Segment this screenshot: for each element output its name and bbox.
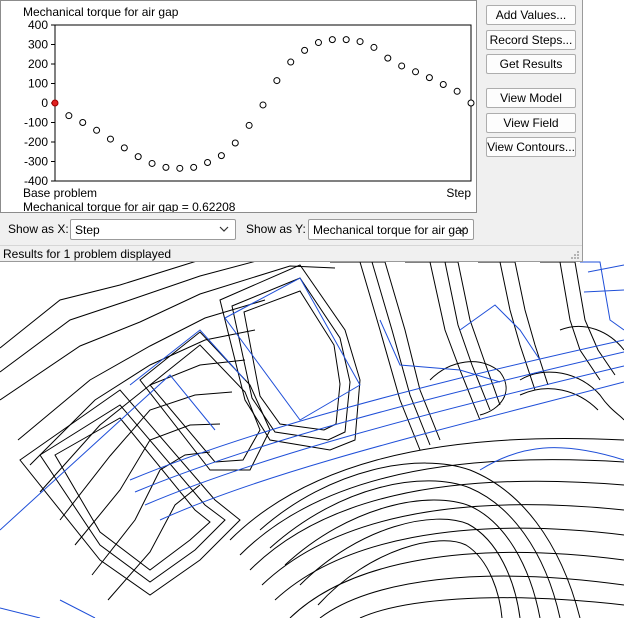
chevron-down-icon	[457, 226, 467, 232]
data-point[interactable]	[190, 163, 198, 171]
y-tick-label: 400	[28, 18, 48, 32]
y-tick-label: -300	[24, 155, 48, 169]
view-model-button[interactable]: View Model	[486, 88, 576, 108]
data-point[interactable]	[162, 163, 170, 171]
show-as-y-value: Mechanical torque for air gap	[313, 223, 469, 237]
results-window: Mechanical torque for air gap 400 300 200 1…	[0, 0, 583, 262]
data-point[interactable]	[273, 77, 281, 85]
data-point[interactable]	[204, 158, 212, 166]
status-text: Results for 1 problem displayed	[3, 247, 172, 261]
data-point[interactable]	[398, 62, 406, 70]
data-point[interactable]	[425, 74, 433, 82]
record-steps-button[interactable]: Record Steps...	[486, 30, 576, 50]
x-left-label: Base problem	[23, 186, 97, 200]
data-point[interactable]	[231, 139, 239, 147]
data-point[interactable]	[106, 135, 114, 143]
show-as-y-select[interactable]: Mechanical torque for air gap	[308, 219, 474, 240]
data-point[interactable]	[328, 36, 336, 44]
data-point[interactable]	[120, 144, 128, 152]
data-point[interactable]	[79, 119, 87, 126]
data-point[interactable]	[301, 46, 309, 54]
plot-panel: Mechanical torque for air gap 400 300 200 1…	[0, 0, 477, 213]
view-contours-button[interactable]: View Contours...	[486, 137, 576, 157]
data-point[interactable]	[453, 87, 461, 95]
data-point[interactable]	[148, 159, 156, 167]
data-point[interactable]	[467, 99, 475, 107]
data-point[interactable]	[384, 54, 392, 62]
data-point[interactable]	[287, 58, 295, 66]
data-point[interactable]	[370, 43, 378, 51]
y-tick-label: -100	[24, 116, 48, 130]
show-as-x-select[interactable]: Step	[70, 219, 236, 240]
data-point[interactable]	[342, 36, 350, 44]
add-values-button[interactable]: Add Values...	[486, 5, 576, 25]
y-tick-label: 100	[28, 77, 48, 91]
data-point[interactable]	[314, 39, 322, 47]
y-tick-label: 0	[41, 96, 48, 110]
data-point[interactable]	[245, 121, 253, 129]
data-point[interactable]	[176, 164, 184, 172]
chevron-down-icon	[219, 226, 229, 232]
y-tick-label: 300	[28, 38, 48, 52]
data-point[interactable]	[439, 80, 447, 88]
value-readout: Mechanical torque for air gap = 0.62208	[23, 200, 236, 212]
data-point[interactable]	[217, 152, 225, 160]
data-point[interactable]	[65, 112, 73, 120]
data-point-selected[interactable]	[51, 99, 59, 107]
torque-chart: Mechanical torque for air gap 400 300 200 1…	[23, 5, 475, 212]
data-point[interactable]	[134, 153, 142, 161]
data-point[interactable]	[93, 126, 101, 134]
x-axis-label: Step	[446, 186, 471, 200]
show-as-x-value: Step	[75, 223, 100, 237]
y-tick-label: -200	[24, 135, 48, 149]
y-tick-label: 200	[28, 57, 48, 71]
get-results-button[interactable]: Get Results	[486, 54, 576, 74]
view-field-button[interactable]: View Field	[486, 113, 576, 133]
status-bar: Results for 1 problem displayed	[0, 245, 582, 261]
show-as-x-label: Show as X:	[8, 222, 69, 236]
chart-title: Mechanical torque for air gap	[23, 5, 179, 19]
data-point[interactable]	[356, 38, 364, 46]
show-as-y-label: Show as Y:	[246, 222, 306, 236]
resize-grip-icon[interactable]	[570, 250, 580, 260]
data-point[interactable]	[412, 68, 420, 76]
data-point[interactable]	[259, 101, 267, 109]
